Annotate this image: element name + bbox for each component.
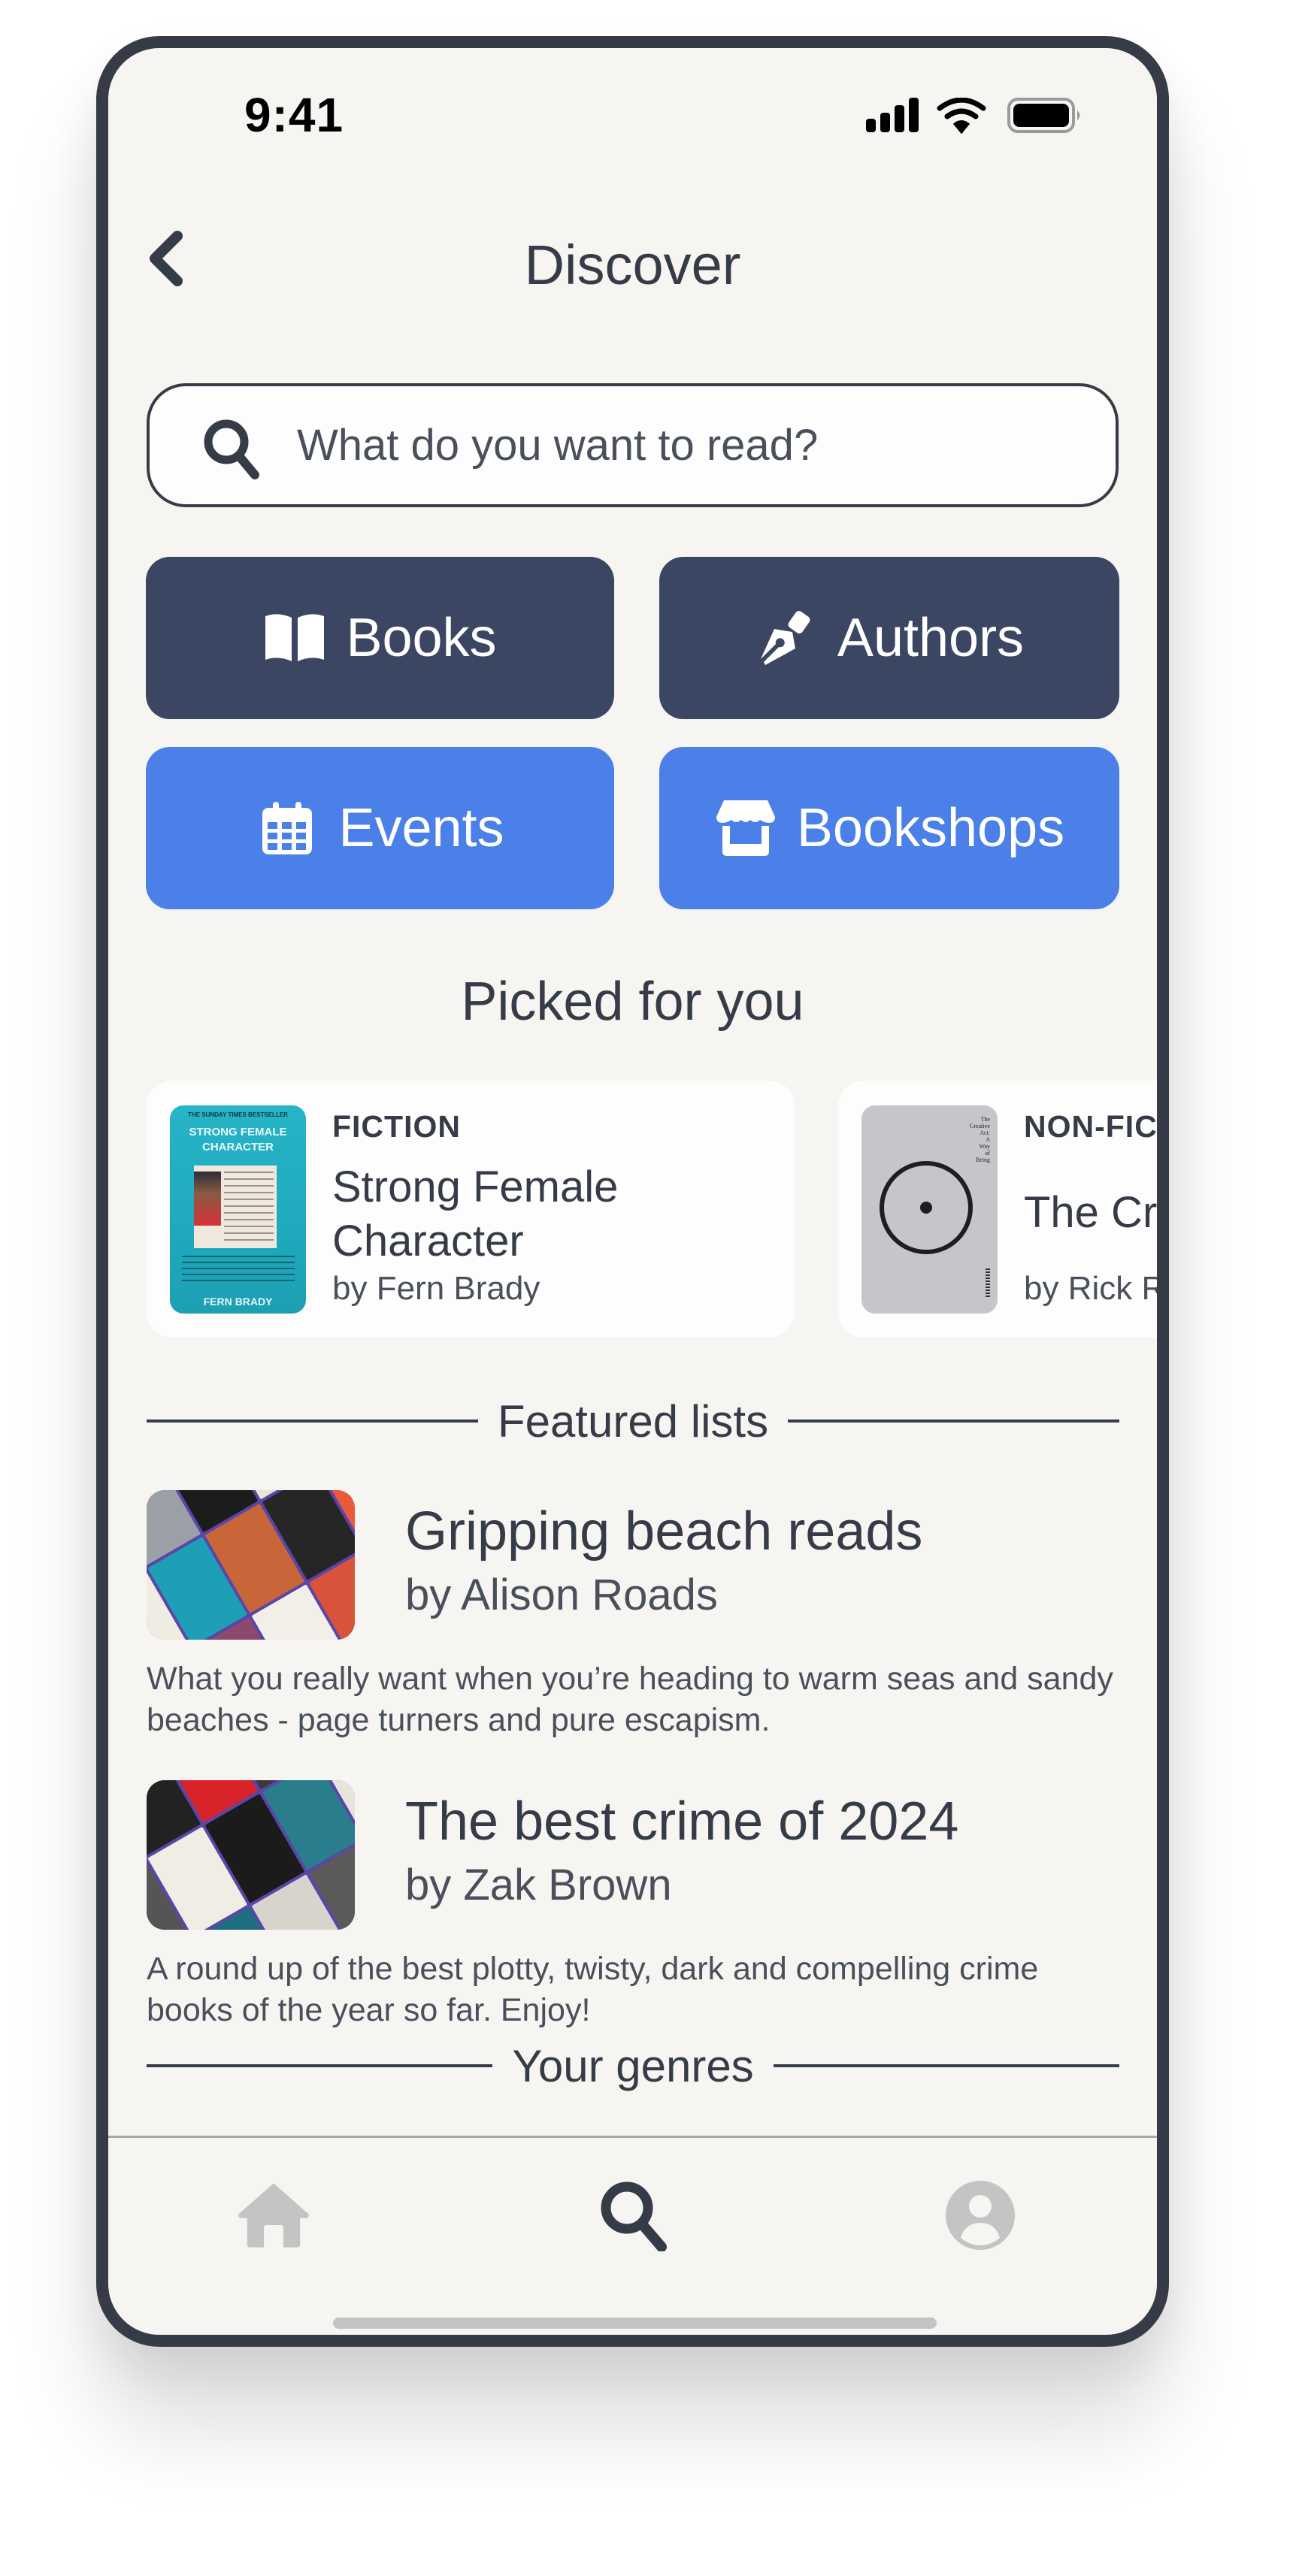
list-author: by Zak Brown — [405, 1861, 672, 1909]
cover-title: The Creative Act: A Way of Being — [969, 1116, 990, 1163]
home-icon — [238, 2183, 309, 2248]
home-indicator — [333, 2317, 937, 2329]
search-bar[interactable] — [147, 383, 1119, 507]
list-thumbnail — [147, 1780, 355, 1930]
list-title: The best crime of 2024 — [405, 1791, 959, 1852]
page-title: Discover — [524, 234, 741, 296]
bookshops-button[interactable]: Bookshops — [659, 747, 1119, 909]
book-open-icon — [263, 606, 326, 670]
pen-nib-icon — [755, 606, 818, 670]
divider-line — [788, 1420, 1119, 1423]
cover-text-lines — [224, 1172, 274, 1244]
search-icon — [601, 2181, 667, 2251]
store-icon — [714, 797, 777, 860]
nav-search[interactable] — [597, 2179, 672, 2251]
list-description: What you really want when you’re heading… — [147, 1661, 1113, 1738]
cover-title: STRONG FEMALE CHARACTER — [189, 1126, 287, 1153]
pick-card[interactable]: THE SUNDAY TIMES BESTSELLER STRONG FEMAL… — [147, 1081, 795, 1338]
signal-icon — [866, 98, 919, 132]
bookshops-button-label: Bookshops — [796, 798, 1065, 858]
cover-tagline: THE SUNDAY TIMES BESTSELLER — [188, 1111, 288, 1118]
list-thumbnail — [147, 1490, 355, 1640]
picked-carousel[interactable]: THE SUNDAY TIMES BESTSELLER STRONG FEMAL… — [147, 1081, 1157, 1338]
cover-photo — [194, 1172, 221, 1226]
genres-section-title: Your genres — [512, 2040, 754, 2091]
status-time: 9:41 — [244, 88, 344, 142]
divider-line — [147, 2064, 493, 2067]
nav-home[interactable] — [236, 2179, 311, 2251]
authors-button[interactable]: Authors — [659, 557, 1119, 719]
pick-author: by Fern Brady — [332, 1270, 540, 1307]
pick-genre: NON-FICTION — [1024, 1109, 1157, 1144]
calendar-icon — [256, 797, 319, 860]
wifi-icon — [937, 97, 986, 135]
events-button-label: Events — [338, 798, 504, 858]
search-input[interactable] — [297, 386, 1109, 504]
featured-divider: Featured lists — [147, 1391, 1119, 1451]
status-icons — [866, 97, 1084, 135]
cover-mosaic — [147, 1780, 355, 1930]
user-circle-icon — [946, 2181, 1015, 2250]
events-button[interactable]: Events — [146, 747, 614, 909]
genres-divider: Your genres — [147, 2036, 1120, 2096]
books-button-label: Books — [346, 608, 497, 668]
pick-title: The Creative Act — [1024, 1188, 1157, 1237]
list-author: by Alison Roads — [405, 1571, 718, 1619]
featured-section-title: Featured lists — [497, 1395, 769, 1447]
list-description: A round up of the best plotty, twisty, d… — [147, 1951, 1039, 2028]
pick-author: by Rick Rubin — [1024, 1270, 1157, 1307]
cover-dot — [920, 1202, 932, 1214]
books-button[interactable]: Books — [146, 557, 614, 719]
book-cover: THE SUNDAY TIMES BESTSELLER STRONG FEMAL… — [170, 1105, 306, 1314]
cover-quotes — [182, 1256, 295, 1286]
bottom-nav-divider — [108, 2136, 1157, 2138]
divider-line — [773, 2064, 1120, 2067]
battery-icon — [1007, 98, 1080, 133]
pick-genre: FICTION — [332, 1109, 461, 1144]
nav-profile[interactable] — [943, 2179, 1018, 2251]
phone-frame: 9:41 Discover What do you want to read? … — [96, 36, 1169, 2347]
cover-author-spine — [986, 1268, 990, 1299]
pick-title: Strong Female Character — [332, 1163, 619, 1265]
divider-line — [147, 1420, 478, 1423]
authors-button-label: Authors — [837, 608, 1025, 668]
featured-list-item[interactable]: The best crime of 2024 by Zak Brown A ro… — [147, 1780, 1119, 2028]
picked-section-title: Picked for you — [461, 972, 804, 1032]
search-icon — [204, 419, 259, 479]
book-cover: The Creative Act: A Way of Being — [861, 1105, 998, 1314]
list-title: Gripping beach reads — [405, 1501, 923, 1562]
cover-mosaic — [147, 1490, 355, 1640]
featured-list-item[interactable]: Gripping beach reads by Alison Roads Wha… — [147, 1490, 1119, 1738]
pick-card[interactable]: TheCreativeAct:AWayofBeing NON-FICTION T… — [838, 1081, 1157, 1338]
cover-author: FERN BRADY — [203, 1296, 273, 1308]
